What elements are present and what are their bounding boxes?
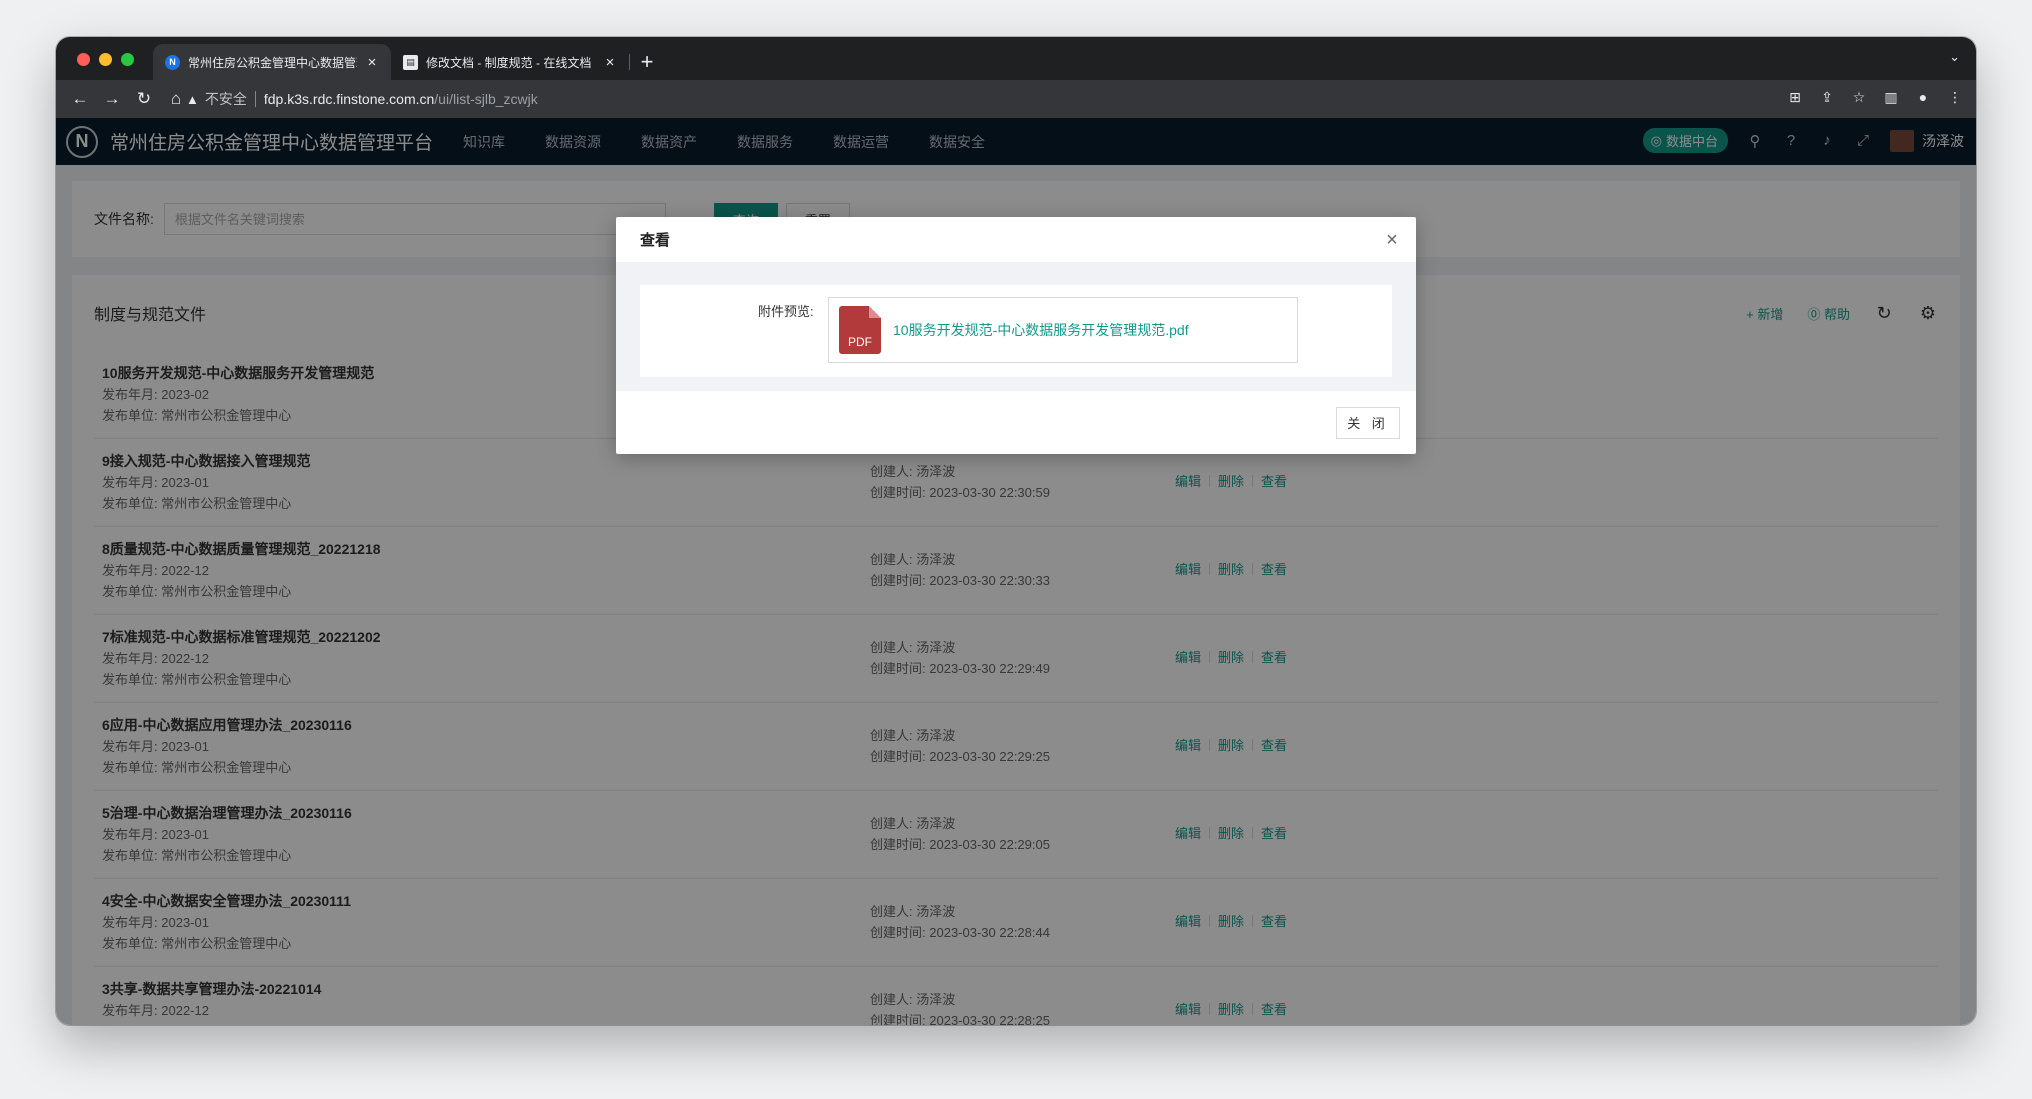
translate-icon[interactable]: ⊞ [1786, 89, 1804, 106]
browser-tab-active[interactable]: N 常州住房公积金管理中心数据管理平台 × [153, 44, 391, 80]
new-tab-button[interactable]: + [629, 44, 665, 80]
attachment-preview: 附件预览: PDF 10服务开发规范-中心数据服务开发管理规范.pdf [640, 285, 1392, 377]
tab-strip: N 常州住房公积金管理中心数据管理平台 × ▤ 修改文档 - 制度规范 - 在线… [56, 37, 1976, 80]
app-favicon-icon: N [165, 54, 180, 70]
profile-icon[interactable]: ● [1914, 89, 1932, 106]
share-icon[interactable]: ⇪ [1818, 89, 1836, 106]
tab-title: 修改文档 - 制度规范 - 在线文档 [426, 55, 592, 70]
close-button[interactable]: 关 闭 [1336, 406, 1400, 439]
dialog-title: 查看 [640, 232, 671, 249]
view-dialog: 查看 × 附件预览: PDF 10服务开发规范-中心数据服务开发管理规范.pdf… [616, 217, 1416, 454]
tab-close-icon[interactable]: × [601, 54, 619, 71]
browser-toolbar: ← → ↻ ⌂ ▲ 不安全 fdp.k3s.rdc.finstone.com.c… [56, 80, 1976, 118]
security-label: 不安全 [204, 91, 247, 107]
tab-search-chevron-icon[interactable]: ⌄ [1949, 49, 1960, 65]
maximize-window-button[interactable] [121, 53, 134, 66]
bookmark-star-icon[interactable]: ☆ [1850, 89, 1868, 106]
dialog-footer: 关 闭 [616, 391, 1416, 454]
pdf-file-icon: PDF [839, 306, 881, 354]
tab-list: N 常州住房公积金管理中心数据管理平台 × ▤ 修改文档 - 制度规范 - 在线… [153, 44, 665, 80]
browser-tab[interactable]: ▤ 修改文档 - 制度规范 - 在线文档 × [391, 44, 630, 80]
browser-window: N 常州住房公积金管理中心数据管理平台 × ▤ 修改文档 - 制度规范 - 在线… [56, 37, 1976, 1025]
dialog-header: 查看 [616, 217, 1416, 263]
side-panel-icon[interactable]: ▥ [1882, 89, 1900, 106]
close-window-button[interactable] [77, 53, 90, 66]
attachment-card[interactable]: PDF 10服务开发规范-中心数据服务开发管理规范.pdf [828, 297, 1298, 363]
url-host: fdp.k3s.rdc.finstone.com.cn [263, 91, 435, 107]
kebab-menu-icon[interactable]: ⋮ [1946, 89, 1964, 106]
toolbar-actions: ⊞ ⇪ ☆ ▥ ● ⋮ [1786, 89, 1964, 106]
pdf-label: PDF [848, 335, 872, 349]
address-bar[interactable]: ▲ 不安全 fdp.k3s.rdc.finstone.com.cn /ui/li… [186, 85, 1786, 113]
preview-label: 附件预览: [758, 304, 814, 319]
minimize-window-button[interactable] [99, 53, 112, 66]
dialog-body: 附件预览: PDF 10服务开发规范-中心数据服务开发管理规范.pdf [616, 263, 1416, 391]
attachment-link[interactable]: 10服务开发规范-中心数据服务开发管理规范.pdf [893, 320, 1189, 340]
url-path: /ui/list-sjlb_zcwjk [434, 91, 538, 107]
forward-arrow-icon[interactable]: → [96, 89, 128, 109]
back-arrow-icon[interactable]: ← [64, 89, 96, 109]
close-icon[interactable]: × [1382, 229, 1402, 252]
tab-close-icon[interactable]: × [363, 54, 381, 71]
reload-icon[interactable]: ↻ [128, 89, 160, 109]
warning-triangle-icon: ▲ [186, 91, 199, 107]
tab-title: 常州住房公积金管理中心数据管理平台 [188, 55, 357, 70]
document-favicon-icon: ▤ [403, 54, 418, 70]
window-controls [77, 53, 134, 66]
